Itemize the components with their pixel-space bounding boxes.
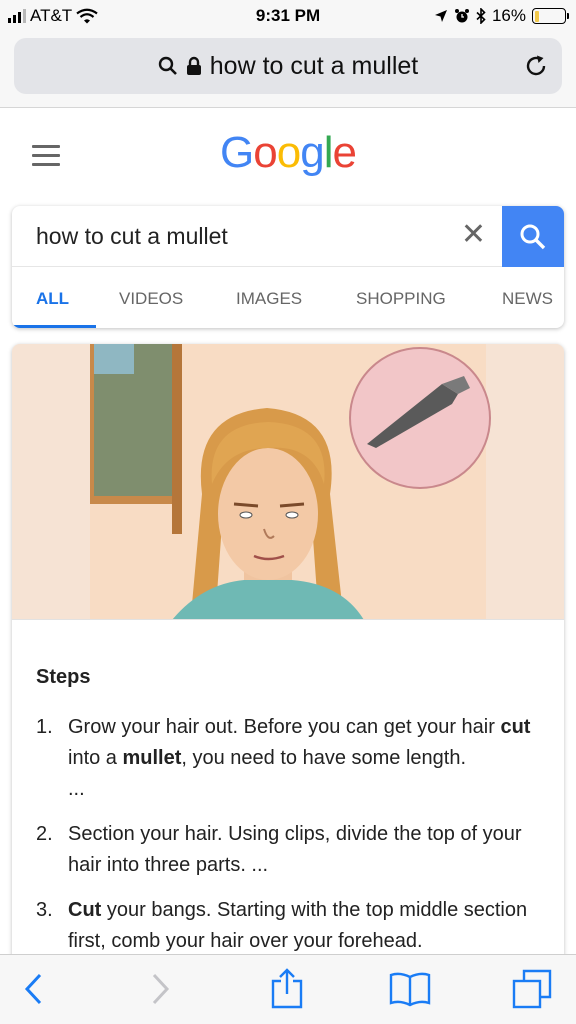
search-button[interactable]	[502, 206, 564, 267]
search-icon	[520, 224, 546, 249]
back-icon[interactable]	[22, 971, 44, 1007]
browser-address-area: how to cut a mullet	[0, 34, 576, 108]
steps-list: 1. Grow your hair out. Before you can ge…	[36, 712, 546, 971]
step-item: 2. Section your hair. Using clips, divid…	[36, 819, 546, 881]
google-logo[interactable]: Google	[0, 128, 576, 178]
search-row: how to cut a mullet ✕	[12, 206, 564, 267]
search-card: how to cut a mullet ✕ ALL VIDEOS IMAGES …	[12, 206, 564, 328]
status-right: 16%	[434, 6, 569, 26]
tab-all[interactable]: ALL	[36, 289, 69, 309]
step-text: Section your hair. Using clips, divide t…	[68, 823, 522, 876]
share-icon[interactable]	[270, 967, 304, 1009]
active-tab-indicator	[12, 325, 96, 328]
step-text: Cut your bangs. Starting with the top mi…	[68, 899, 528, 952]
bookmarks-icon[interactable]	[388, 971, 432, 1007]
tabs-icon[interactable]	[512, 969, 552, 1009]
tab-images[interactable]: IMAGES	[236, 289, 302, 309]
tab-shopping[interactable]: SHOPPING	[356, 289, 446, 309]
clear-icon[interactable]: ✕	[461, 220, 486, 250]
step-text: Grow your hair out. Before you can get y…	[68, 716, 531, 800]
steps-heading: Steps	[36, 666, 91, 688]
forward-icon[interactable]	[150, 971, 172, 1007]
featured-snippet-card[interactable]: Steps 1. Grow your hair out. Before you …	[12, 344, 564, 984]
snippet-image[interactable]	[12, 344, 564, 620]
url-field[interactable]: how to cut a mullet	[14, 38, 562, 94]
illustration-mullet-man	[12, 344, 564, 619]
location-icon	[434, 10, 447, 22]
logo-letter: G	[220, 128, 254, 177]
lock-icon	[186, 56, 201, 75]
tab-news[interactable]: NEWS	[502, 289, 553, 309]
step-number: 3.	[36, 899, 53, 921]
reload-icon[interactable]	[524, 54, 548, 78]
search-input[interactable]: how to cut a mullet	[36, 223, 228, 250]
tab-videos[interactable]: VIDEOS	[119, 289, 183, 309]
alarm-icon	[454, 9, 469, 23]
search-tabs: ALL VIDEOS IMAGES SHOPPING NEWS	[12, 267, 564, 328]
logo-letter: g	[300, 128, 325, 177]
logo-letter: e	[332, 128, 357, 177]
step-number: 2.	[36, 823, 53, 845]
url-text: how to cut a mullet	[209, 51, 419, 80]
safari-toolbar	[0, 954, 576, 1024]
step-number: 1.	[36, 716, 53, 738]
status-bar: AT&T 9:31 PM 16%	[0, 0, 576, 34]
bluetooth-icon	[476, 8, 486, 24]
battery-icon	[532, 8, 569, 24]
battery-percent: 16%	[491, 6, 526, 25]
search-icon	[158, 56, 177, 75]
step-item: 1. Grow your hair out. Before you can ge…	[36, 712, 546, 805]
step-item: 3. Cut your bangs. Starting with the top…	[36, 895, 546, 957]
logo-letter: o	[276, 128, 302, 177]
logo-letter: o	[253, 128, 278, 177]
